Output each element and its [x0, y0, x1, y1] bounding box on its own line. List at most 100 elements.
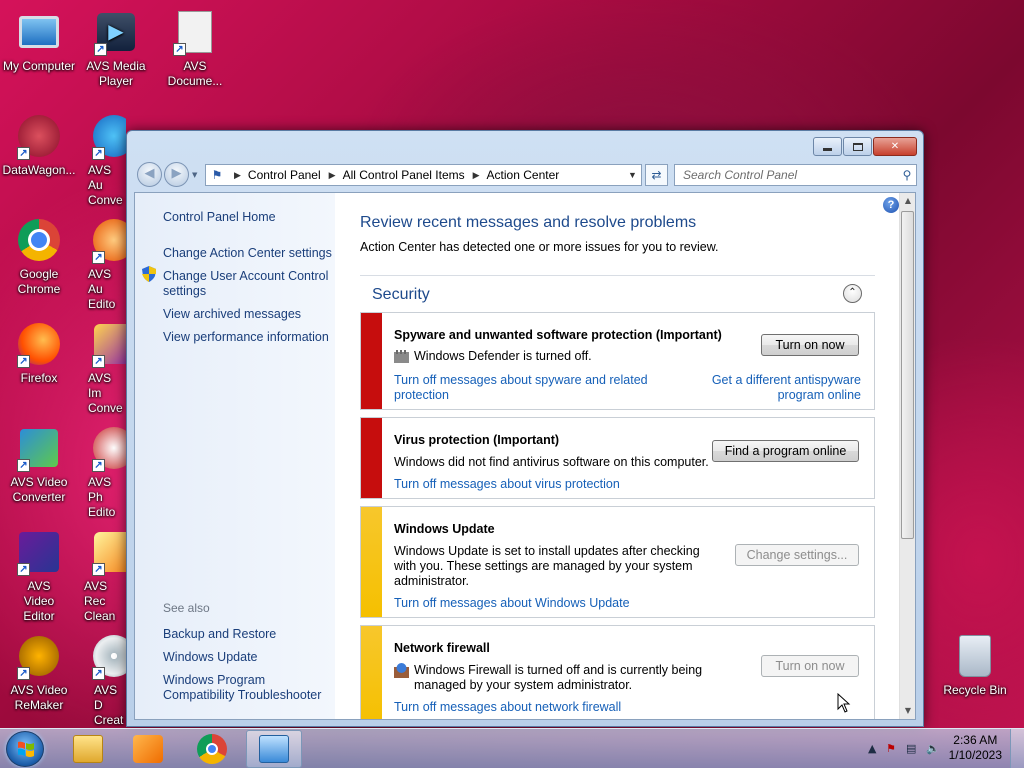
close-button[interactable]: ✕ — [873, 137, 917, 156]
card-title: Windows Update — [394, 522, 495, 536]
content-area: Control Panel Home Change Action Center … — [134, 192, 916, 720]
control-panel-home-link[interactable]: Control Panel Home — [163, 210, 276, 225]
desktop-icon-label: AVS Rec Clean — [84, 579, 116, 623]
desktop-icon-google-chrome[interactable]: Google Chrome — [0, 216, 79, 297]
turn-off-windows-update-messages-link[interactable]: Turn off messages about Windows Update — [394, 596, 630, 611]
navigation-bar: ◀ ▶ ▼ ⚑ ▶ Control Panel ▶ All Control Pa… — [135, 161, 917, 189]
card-text: Windows Firewall is turned off and is cu… — [414, 663, 703, 692]
compatibility-troubleshooter-link[interactable]: Windows Program Compatibility Troublesho… — [163, 673, 331, 703]
desktop-icon-avs-video-remaker[interactable]: ↗ AVS Video ReMaker — [0, 632, 79, 713]
start-button[interactable] — [6, 731, 44, 767]
card-text: Windows Defender is turned off. — [414, 349, 592, 363]
taskbar-windows-explorer[interactable] — [60, 730, 116, 768]
desktop-icon-my-computer[interactable]: My Computer — [0, 8, 79, 74]
collapse-security-button[interactable]: ⌃ — [843, 284, 862, 303]
change-settings-button[interactable]: Change settings... — [735, 544, 859, 566]
severity-stripe — [361, 313, 382, 409]
video-editor-icon: ↗ — [15, 528, 63, 576]
firefox-icon: ↗ — [15, 320, 63, 368]
back-button[interactable]: ◀ — [137, 162, 162, 187]
search-icon[interactable]: ⚲ — [898, 168, 916, 182]
desktop-icon-firefox[interactable]: ↗ Firefox — [0, 320, 79, 386]
desktop-icon-avs-registry-cleaner[interactable]: ↗ AVS Rec Clean — [76, 528, 126, 624]
desktop-icon-label: AVS D Creat — [94, 683, 124, 727]
turn-on-defender-button[interactable]: Turn on now — [761, 334, 859, 356]
spyware-alert-card: Spyware and unwanted software protection… — [360, 312, 875, 410]
change-uac-settings-link[interactable]: Change User Account Control settings — [163, 269, 333, 299]
turn-off-virus-messages-link[interactable]: Turn off messages about virus protection — [394, 477, 620, 492]
datawagon-icon: ↗ — [15, 112, 63, 160]
chevron-right-icon[interactable]: ▶ — [329, 170, 336, 181]
address-bar[interactable]: ⚑ ▶ Control Panel ▶ All Control Panel It… — [205, 164, 642, 186]
chevron-down-icon[interactable]: ▼ — [624, 170, 641, 180]
maximize-button[interactable] — [843, 137, 872, 156]
show-hidden-icons-icon[interactable]: ▲ — [868, 742, 876, 755]
network-firewall-alert-card: Network firewall Windows Firewall is tur… — [360, 625, 875, 719]
desktop-icon-datawagon[interactable]: ↗ DataWagon... — [0, 112, 79, 178]
desktop-icon-avs-media-player[interactable]: ▶ ↗ AVS Media Player — [76, 8, 156, 89]
taskbar-chrome[interactable] — [184, 730, 240, 768]
firewall-icon — [394, 663, 409, 678]
windows-defender-icon — [394, 350, 409, 363]
registry-cleaner-icon: ↗ — [90, 528, 126, 576]
get-antispyware-link[interactable]: Get a different antispyware program onli… — [701, 373, 861, 403]
minimize-icon — [823, 148, 832, 151]
breadcrumb-control-panel[interactable]: Control Panel — [248, 168, 321, 182]
window-controls: ✕ — [813, 137, 917, 156]
show-desktop-button[interactable] — [1010, 729, 1024, 768]
chevron-right-icon[interactable]: ▶ — [473, 170, 480, 181]
refresh-button[interactable]: ⇄ — [645, 164, 668, 186]
taskbar-control-panel[interactable] — [246, 730, 302, 768]
view-performance-information-link[interactable]: View performance information — [163, 330, 329, 345]
chevron-right-icon[interactable]: ▶ — [234, 170, 241, 181]
minimize-button[interactable] — [813, 137, 842, 156]
search-input[interactable] — [683, 168, 898, 182]
scroll-thumb[interactable] — [901, 211, 914, 539]
vertical-scrollbar[interactable]: ▲ ▼ — [899, 193, 915, 719]
desktop-icon-label: AVS Im Conve — [88, 371, 123, 415]
volume-icon[interactable]: 🔈 — [926, 742, 940, 755]
breadcrumb-all-items[interactable]: All Control Panel Items — [343, 168, 465, 182]
backup-and-restore-link[interactable]: Backup and Restore — [163, 627, 276, 642]
see-also-heading: See also — [163, 601, 210, 615]
desktop-icon-avs-audio-converter[interactable]: ↗ AVS Au Conve — [76, 112, 126, 208]
desktop-icon-recycle-bin[interactable]: Recycle Bin — [935, 632, 1015, 698]
security-section-heading[interactable]: Security — [372, 286, 430, 304]
document-converter-icon: ↗ — [171, 8, 219, 56]
photo-editor-icon: ↗ — [90, 424, 126, 472]
desktop-icon-avs-audio-editor[interactable]: ↗ AVS Au Edito — [76, 216, 126, 312]
network-icon[interactable]: ▤ — [906, 742, 916, 755]
taskbar-media-player[interactable] — [120, 730, 176, 768]
desktop-icon-avs-document[interactable]: ↗ AVS Docume... — [155, 8, 235, 89]
turn-off-firewall-messages-link[interactable]: Turn off messages about network firewall — [394, 700, 621, 715]
find-program-online-button[interactable]: Find a program online — [712, 440, 859, 462]
recent-pages-dropdown[interactable]: ▼ — [192, 171, 197, 179]
control-panel-icon — [259, 735, 289, 763]
scroll-up-icon[interactable]: ▲ — [900, 193, 915, 209]
media-player-icon — [133, 735, 163, 763]
media-player-icon: ▶ ↗ — [92, 8, 140, 56]
turn-on-firewall-button[interactable]: Turn on now — [761, 655, 859, 677]
desktop-icon-avs-disc-creator[interactable]: ↗ AVS D Creat — [76, 632, 126, 728]
disc-creator-icon: ↗ — [90, 632, 126, 680]
turn-off-spyware-messages-link[interactable]: Turn off messages about spyware and rela… — [394, 373, 654, 403]
help-icon[interactable]: ? — [883, 197, 899, 213]
action-center-flag-icon[interactable]: ⚑ — [886, 742, 896, 755]
audio-editor-icon: ↗ — [90, 216, 126, 264]
windows-logo-icon — [18, 741, 34, 757]
video-converter-icon: ↗ — [15, 424, 63, 472]
clock[interactable]: 2:36 AM 1/10/2023 — [949, 733, 1002, 763]
desktop-icon-label: AVS Au Conve — [88, 163, 123, 207]
desktop-icon-avs-photo-editor[interactable]: ↗ AVS Ph Edito — [76, 424, 126, 520]
forward-button[interactable]: ▶ — [164, 162, 189, 187]
breadcrumb-action-center[interactable]: Action Center — [487, 168, 560, 182]
windows-update-link[interactable]: Windows Update — [163, 650, 258, 665]
view-archived-messages-link[interactable]: View archived messages — [163, 307, 301, 322]
change-action-center-settings-link[interactable]: Change Action Center settings — [163, 246, 332, 261]
desktop-icon-avs-image-converter[interactable]: ↗ AVS Im Conve — [76, 320, 126, 416]
desktop-icon-avs-video-editor[interactable]: ↗ AVS Video Editor — [0, 528, 79, 624]
mouse-cursor-icon — [837, 693, 851, 713]
scroll-down-icon[interactable]: ▼ — [900, 703, 915, 719]
desktop-icon-avs-video-converter[interactable]: ↗ AVS Video Converter — [0, 424, 79, 505]
maximize-icon — [852, 142, 863, 151]
